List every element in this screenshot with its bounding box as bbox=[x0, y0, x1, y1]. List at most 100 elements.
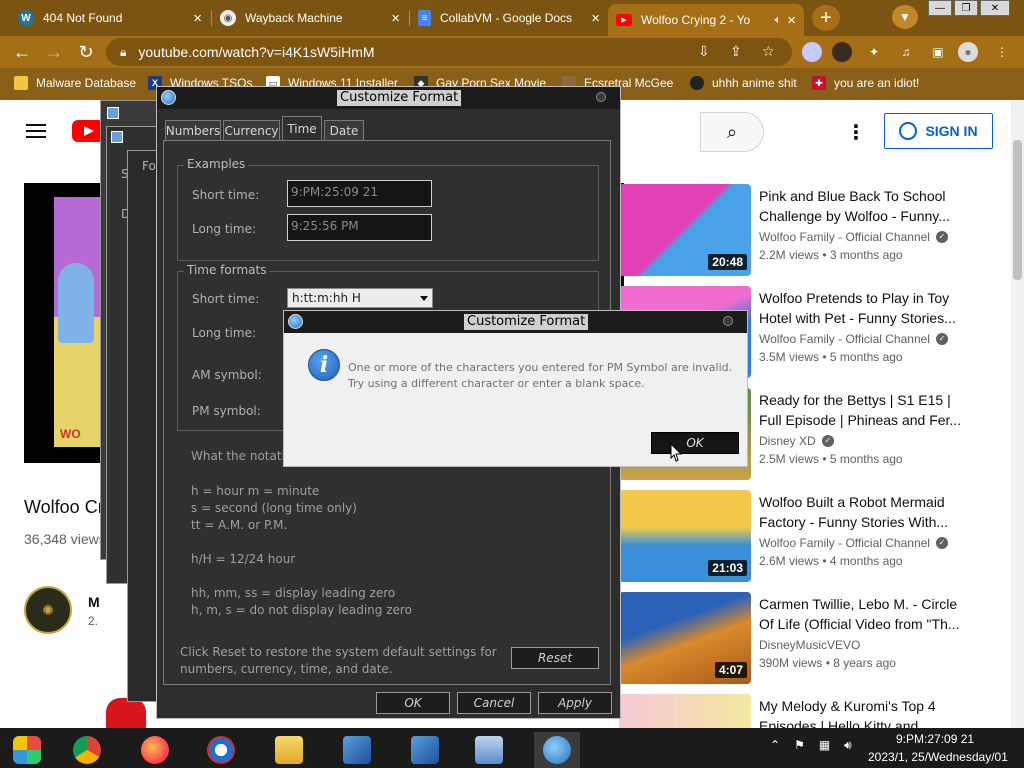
recommendation-title[interactable]: My Melody & Kuromi's Top 4 Episodes | He… bbox=[759, 696, 971, 728]
taskbar-explorer[interactable] bbox=[266, 732, 312, 768]
channel-name[interactable]: M bbox=[88, 594, 100, 610]
close-icon[interactable] bbox=[596, 92, 606, 102]
globe-icon bbox=[288, 314, 303, 329]
puzzle-icon[interactable]: ✦ bbox=[864, 42, 884, 62]
recommendation-title[interactable]: Ready for the Bettys | S1 E15 | Full Epi… bbox=[759, 390, 971, 430]
browser-tab-404[interactable]: W 404 Not Found × bbox=[10, 4, 210, 32]
sign-in-label: SIGN IN bbox=[925, 123, 978, 139]
video-thumbnail[interactable]: 21:03 bbox=[619, 490, 751, 582]
share-icon[interactable]: ⇪ bbox=[730, 43, 742, 60]
browser-tab-youtube[interactable]: ▶ Wolfoo Crying 2 - Yo 🔈︎ × bbox=[608, 4, 804, 36]
recommendation-item[interactable]: 21:03 Wolfoo Built a Robot Mermaid Facto… bbox=[619, 490, 999, 586]
minimize-button[interactable]: — bbox=[928, 0, 952, 16]
close-icon[interactable]: × bbox=[591, 10, 600, 27]
clock-time[interactable]: 9:PM:27:09 21 bbox=[896, 732, 974, 746]
close-icon[interactable]: × bbox=[193, 10, 202, 27]
tab-currency[interactable]: Currency bbox=[223, 120, 280, 140]
sign-in-button[interactable]: SIGN IN bbox=[884, 113, 993, 149]
bookmark-anime[interactable]: uhhh anime shit bbox=[690, 76, 797, 90]
message-titlebar[interactable]: Customize Format bbox=[284, 311, 747, 333]
install-icon[interactable]: ⇩ bbox=[698, 43, 710, 60]
hamburger-menu-icon[interactable] bbox=[26, 124, 46, 138]
search-button[interactable]: ⌕ bbox=[700, 112, 764, 152]
forward-arrow-icon[interactable]: → bbox=[42, 40, 66, 64]
globe-icon bbox=[161, 90, 176, 105]
recommendation-title[interactable]: Wolfoo Pretends to Play in Toy Hotel wit… bbox=[759, 288, 971, 328]
recommendation-title[interactable]: Pink and Blue Back To School Challenge b… bbox=[759, 186, 971, 226]
recommendation-title[interactable]: Wolfoo Built a Robot Mermaid Factory - F… bbox=[759, 492, 971, 532]
taskbar-app[interactable] bbox=[198, 732, 244, 768]
channel-avatar[interactable]: ✺ bbox=[24, 586, 72, 634]
bookmark-label: Malware Database bbox=[36, 76, 137, 90]
recommendation-item[interactable]: My Melody & Kuromi's Top 4 Episodes | He… bbox=[619, 694, 999, 728]
close-icon[interactable]: × bbox=[391, 10, 400, 27]
tab-title: CollabVM - Google Docs bbox=[440, 11, 573, 25]
network-icon[interactable]: ▦ bbox=[819, 738, 830, 753]
clock-date[interactable]: 2023/1, 25/Wednesday/01 bbox=[868, 750, 1008, 764]
chevron-down-icon[interactable] bbox=[420, 296, 428, 301]
browser-tab-docs[interactable]: ≡ CollabVM - Google Docs × bbox=[410, 4, 608, 32]
page-scrollbar[interactable] bbox=[1011, 100, 1024, 728]
video-thumbnail[interactable]: 20:48 bbox=[619, 184, 751, 276]
scrollbar-thumb[interactable] bbox=[1013, 140, 1022, 280]
bookmark-you-are-an-idiot[interactable]: ✚ you are an idiot! bbox=[812, 76, 919, 90]
back-arrow-icon[interactable]: ← bbox=[10, 40, 34, 64]
extension-icon[interactable] bbox=[802, 42, 822, 62]
close-icon[interactable]: × bbox=[787, 12, 796, 29]
volume-icon[interactable]: 🔊︎ bbox=[844, 738, 852, 753]
address-bar[interactable]: 🔒︎ youtube.com/watch?v=i4K1sW5iHmM bbox=[106, 38, 792, 66]
browser-tab-wayback[interactable]: ◉ Wayback Machine × bbox=[212, 4, 408, 32]
reload-icon[interactable]: ↻ bbox=[74, 40, 98, 64]
settings-kebab-icon[interactable]: ⋮ bbox=[846, 118, 866, 146]
extension-icon[interactable] bbox=[832, 42, 852, 62]
system-tray: ⌃ ⚑ ▦ 🔊︎ bbox=[770, 738, 852, 753]
short-time-example: 9:PM:25:09 21 bbox=[287, 180, 432, 207]
maximize-button[interactable]: ❐ bbox=[954, 0, 978, 16]
close-window-button[interactable]: ✕ bbox=[980, 0, 1010, 16]
taskbar-firefox[interactable] bbox=[132, 732, 178, 768]
video-thumbnail[interactable]: 4:07 bbox=[619, 592, 751, 684]
recommendation-item[interactable]: 4:07 Carmen Twillie, Lebo M. - Circle Of… bbox=[619, 592, 999, 688]
tab-search-icon[interactable]: ▼ bbox=[892, 5, 918, 29]
tab-date[interactable]: Date bbox=[324, 120, 364, 140]
notation-line: tt = A.M. or P.M. bbox=[191, 518, 288, 532]
recommendation-item[interactable]: 20:48 Pink and Blue Back To School Chall… bbox=[619, 184, 999, 280]
menu-kebab-icon[interactable]: ⋮ bbox=[992, 42, 1012, 62]
bookmark-star-icon[interactable]: ☆ bbox=[762, 43, 775, 60]
cancel-button[interactable]: Cancel bbox=[457, 692, 531, 714]
taskbar-installer-1[interactable] bbox=[334, 732, 380, 768]
new-tab-button[interactable]: + bbox=[812, 5, 840, 31]
tab-time[interactable]: Time bbox=[282, 116, 322, 140]
tab-numbers[interactable]: Numbers bbox=[165, 120, 221, 140]
short-time-format-select[interactable]: h:tt:m:hh H bbox=[287, 288, 433, 308]
side-panel-icon[interactable]: ▣ bbox=[928, 42, 948, 62]
speaker-icon[interactable]: 🔈︎ bbox=[775, 14, 782, 27]
recommendation-channel[interactable]: Wolfoo Family - Official Channel ✓ bbox=[759, 230, 948, 244]
flag-icon[interactable]: ⚑ bbox=[794, 738, 805, 753]
message-ok-button[interactable]: OK bbox=[651, 432, 739, 454]
apply-button[interactable]: Apply bbox=[538, 692, 612, 714]
reset-button[interactable]: Reset bbox=[511, 647, 599, 669]
chevron-up-icon[interactable]: ⌃ bbox=[770, 738, 780, 753]
taskbar-clock-app[interactable] bbox=[466, 732, 512, 768]
profile-icon[interactable]: ● bbox=[958, 42, 978, 62]
recommendation-channel[interactable]: Disney XD ✓ bbox=[759, 434, 834, 448]
video-thumbnail[interactable] bbox=[619, 694, 751, 728]
recommendation-channel[interactable]: Wolfoo Family - Official Channel ✓ bbox=[759, 536, 948, 550]
close-icon[interactable] bbox=[723, 316, 733, 326]
bookmark-malware-database[interactable]: Malware Database bbox=[14, 76, 136, 90]
ok-button[interactable]: OK bbox=[376, 692, 450, 714]
taskbar-chrome[interactable] bbox=[64, 732, 110, 768]
channel-label: Wolfoo Family - Official Channel bbox=[759, 332, 930, 346]
ie-icon bbox=[207, 736, 235, 764]
recommendation-title[interactable]: Carmen Twillie, Lebo M. - Circle Of Life… bbox=[759, 594, 971, 634]
recommendation-channel[interactable]: Wolfoo Family - Official Channel ✓ bbox=[759, 332, 948, 346]
notation-heading: What the notati bbox=[191, 449, 285, 463]
dialog-titlebar[interactable]: Customize Format bbox=[157, 87, 620, 109]
taskbar-region-settings[interactable] bbox=[534, 732, 580, 768]
taskbar-installer-2[interactable] bbox=[402, 732, 448, 768]
start-button[interactable] bbox=[4, 732, 50, 768]
recommendation-channel[interactable]: DisneyMusicVEVO bbox=[759, 638, 860, 652]
bookmark-label: uhhh anime shit bbox=[712, 76, 797, 90]
media-icon[interactable]: ♫ bbox=[896, 42, 916, 62]
